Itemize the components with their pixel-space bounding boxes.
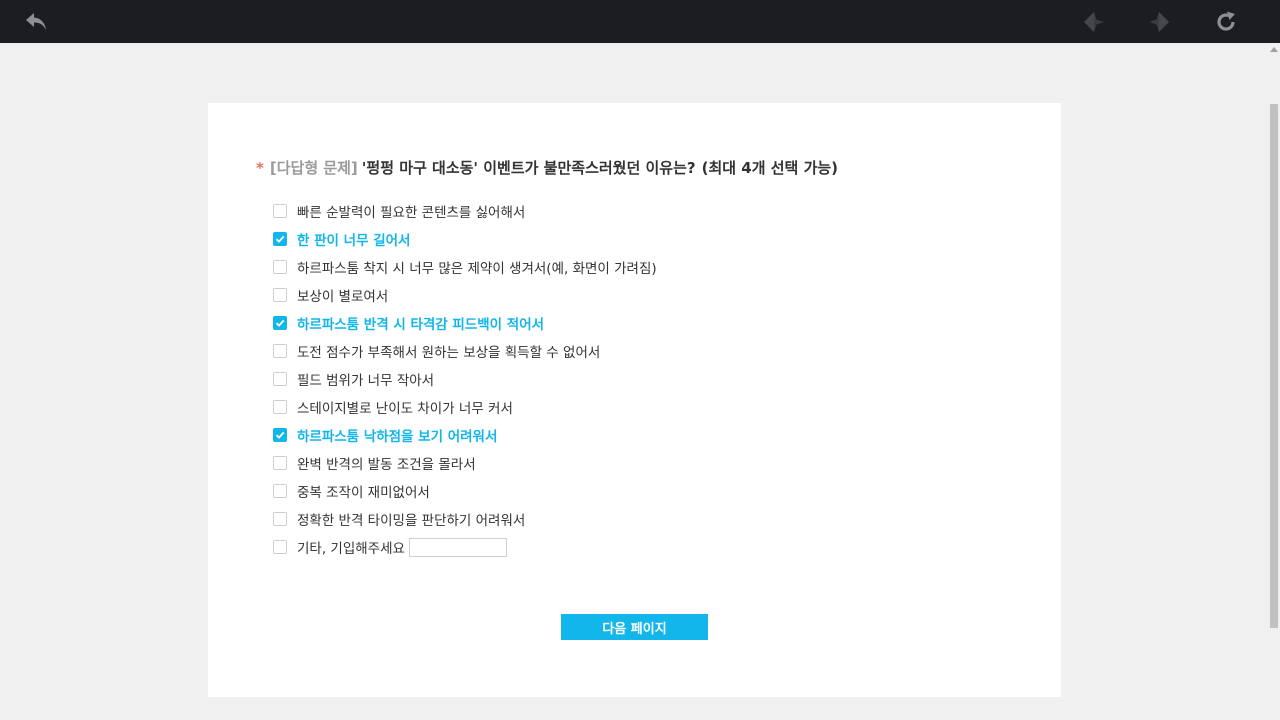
- sparkle-left-icon[interactable]: [1080, 8, 1108, 36]
- option-label: 완벽 반격의 발동 조건을 몰라서: [297, 457, 476, 473]
- option-item[interactable]: 완벽 반격의 발동 조건을 몰라서: [273, 449, 657, 477]
- undo-arrow-icon[interactable]: [23, 8, 51, 36]
- checkbox[interactable]: [273, 484, 287, 498]
- option-item[interactable]: 하르파스툼 반격 시 타격감 피드백이 적어서: [273, 309, 657, 337]
- top-toolbar: [0, 0, 1280, 43]
- option-item[interactable]: 중복 조작이 재미없어서: [273, 477, 657, 505]
- survey-card: * [다답형 문제] '펑펑 마구 대소동' 이벤트가 불만족스러웠던 이유는? (최…: [208, 103, 1061, 697]
- checkbox[interactable]: [273, 372, 287, 386]
- checkbox[interactable]: [273, 512, 287, 526]
- option-label: 도전 점수가 부족해서 원하는 보상을 획득할 수 없어서: [297, 345, 601, 361]
- option-label: 한 판이 너무 길어서: [297, 233, 411, 249]
- option-item[interactable]: 보상이 별로여서: [273, 281, 657, 309]
- check-icon: [275, 319, 285, 327]
- question-text: '펑펑 마구 대소동' 이벤트가 불만족스러웠던 이유는?: [361, 159, 696, 177]
- option-label: 정확한 반격 타이밍을 판단하기 어려워서: [297, 513, 526, 529]
- option-label: 보상이 별로여서: [297, 289, 389, 305]
- question-hint: (최대 4개 선택 가능): [701, 159, 839, 177]
- scroll-up-icon[interactable]: [1270, 47, 1278, 52]
- refresh-icon[interactable]: [1212, 8, 1240, 36]
- option-item[interactable]: 도전 점수가 부족해서 원하는 보상을 획득할 수 없어서: [273, 337, 657, 365]
- checkbox[interactable]: [273, 344, 287, 358]
- option-item[interactable]: 하르파스툼 착지 시 너무 많은 제약이 생겨서(예, 화면이 가려짐): [273, 253, 657, 281]
- other-text-input[interactable]: [408, 537, 507, 557]
- option-item[interactable]: 필드 범위가 너무 작아서: [273, 365, 657, 393]
- checkbox[interactable]: [273, 260, 287, 274]
- required-mark: *: [256, 159, 264, 177]
- checkbox[interactable]: [273, 288, 287, 302]
- checkbox[interactable]: [273, 456, 287, 470]
- scrollbar-thumb[interactable]: [1270, 104, 1278, 628]
- options-list: 빠른 순발력이 필요한 콘텐츠를 싫어해서한 판이 너무 길어서하르파스툼 착지…: [273, 197, 657, 561]
- option-label: 필드 범위가 너무 작아서: [297, 373, 435, 389]
- checkbox[interactable]: [273, 540, 287, 554]
- checkbox[interactable]: [273, 204, 287, 218]
- checkbox-checked[interactable]: [273, 316, 287, 330]
- question-type-tag: [다답형 문제]: [269, 159, 358, 177]
- option-item[interactable]: 한 판이 너무 길어서: [273, 225, 657, 253]
- option-item[interactable]: 스테이지별로 난이도 차이가 너무 커서: [273, 393, 657, 421]
- checkbox-checked[interactable]: [273, 232, 287, 246]
- check-icon: [275, 235, 285, 243]
- option-label: 빠른 순발력이 필요한 콘텐츠를 싫어해서: [297, 205, 526, 221]
- option-item[interactable]: 빠른 순발력이 필요한 콘텐츠를 싫어해서: [273, 197, 657, 225]
- check-icon: [275, 431, 285, 439]
- option-item[interactable]: 기타, 기입해주세요: [273, 533, 657, 561]
- sparkle-right-icon[interactable]: [1145, 8, 1173, 36]
- option-item[interactable]: 정확한 반격 타이밍을 판단하기 어려워서: [273, 505, 657, 533]
- checkbox-checked[interactable]: [273, 428, 287, 442]
- option-label: 하르파스툼 착지 시 너무 많은 제약이 생겨서(예, 화면이 가려짐): [297, 261, 657, 277]
- option-label: 중복 조작이 재미없어서: [297, 485, 430, 501]
- next-page-button[interactable]: 다음 페이지: [561, 614, 708, 640]
- option-label: 하르파스툼 반격 시 타격감 피드백이 적어서: [297, 317, 545, 333]
- option-label: 하르파스툼 낙하점을 보기 어려워서: [297, 429, 498, 445]
- question-title: * [다답형 문제] '펑펑 마구 대소동' 이벤트가 불만족스러웠던 이유는? (최…: [256, 157, 838, 178]
- option-item[interactable]: 하르파스툼 낙하점을 보기 어려워서: [273, 421, 657, 449]
- option-label: 기타, 기입해주세요: [297, 541, 405, 557]
- option-label: 스테이지별로 난이도 차이가 너무 커서: [297, 401, 513, 417]
- checkbox[interactable]: [273, 400, 287, 414]
